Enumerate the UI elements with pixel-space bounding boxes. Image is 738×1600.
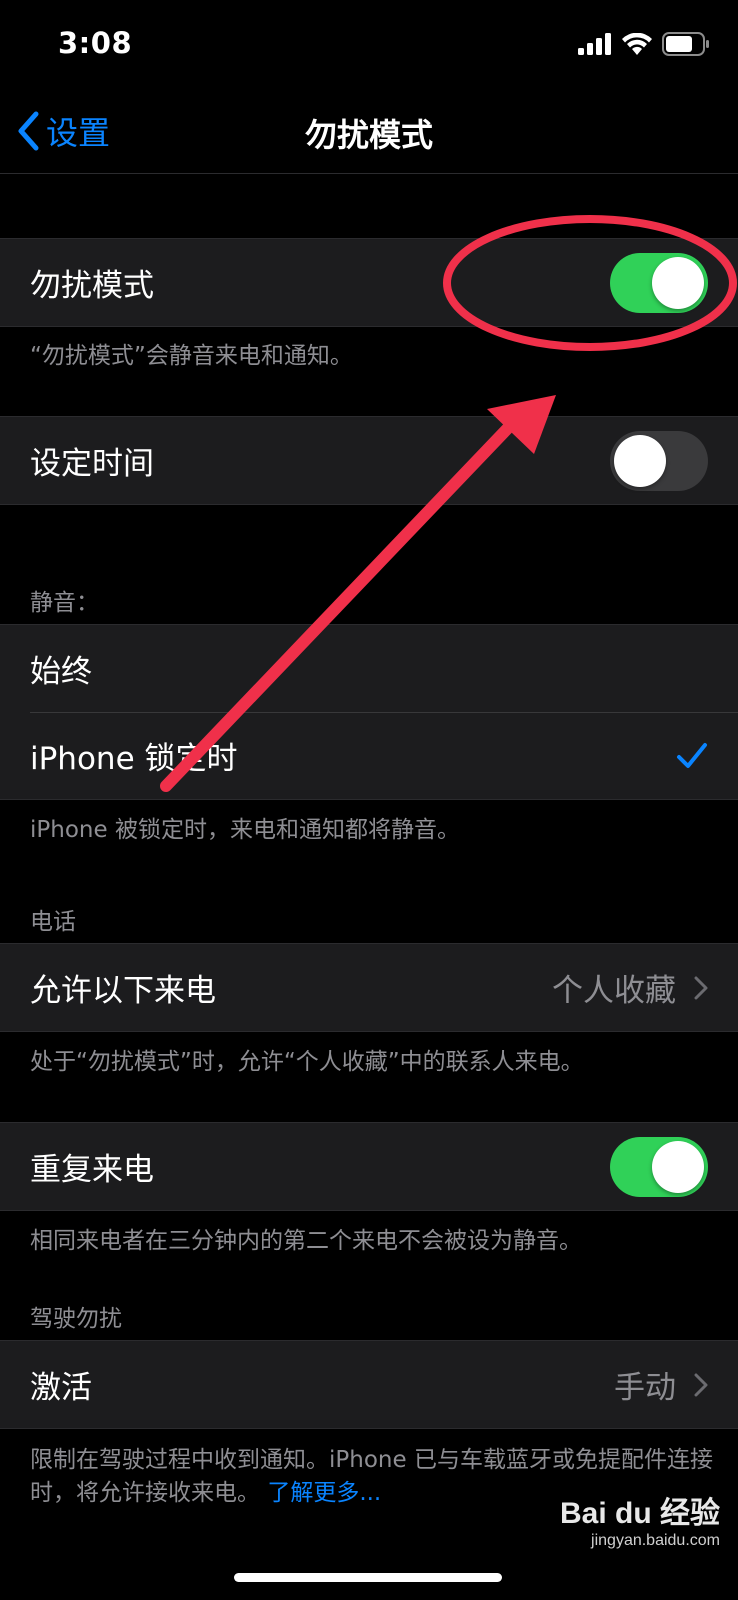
watermark-url: jingyan.baidu.com [591, 1532, 720, 1549]
repeated-calls-toggle[interactable] [610, 1136, 708, 1197]
silence-group: 始终 iPhone 锁定时 [0, 624, 738, 800]
home-indicator [234, 1573, 502, 1582]
activate-row[interactable]: 激活 手动 [0, 1341, 738, 1428]
scheduled-row: 设定时间 [0, 417, 738, 504]
chevron-right-icon [694, 976, 708, 999]
phone-footer: 处于“勿扰模式”时，允许“个人收藏”中的联系人来电。 [30, 1049, 584, 1075]
toggle-knob [652, 1140, 704, 1193]
page-title: 勿扰模式 [304, 116, 433, 154]
status-bar: 3:08 [0, 0, 738, 90]
allow-calls-label: 允许以下来电 [30, 973, 216, 1009]
phone-group: 允许以下来电 个人收藏 [0, 943, 738, 1032]
silence-footer: iPhone 被锁定时，来电和通知都将静音。 [30, 817, 460, 843]
status-icons [578, 32, 710, 56]
status-time: 3:08 [58, 26, 133, 60]
scheduled-group: 设定时间 [0, 416, 738, 505]
cellular-signal-icon [578, 33, 611, 55]
chevron-right-icon [694, 1373, 708, 1396]
dnd-toggle[interactable] [610, 252, 708, 313]
driving-group: 激活 手动 [0, 1340, 738, 1429]
phone-header: 电话 [30, 909, 76, 935]
navigation-bar: 设置 勿扰模式 [0, 90, 738, 174]
dnd-group: 勿扰模式 [0, 238, 738, 327]
baidu-watermark: Bai du 经验 jingyan.baidu.com [560, 1488, 720, 1550]
wifi-icon [622, 33, 652, 55]
driving-header: 驾驶勿扰 [30, 1306, 122, 1332]
dnd-row: 勿扰模式 [0, 239, 738, 326]
allow-calls-row[interactable]: 允许以下来电 个人收藏 [0, 944, 738, 1031]
silence-option-locked[interactable]: iPhone 锁定时 [0, 712, 738, 799]
toggle-knob [614, 434, 666, 487]
silence-option-label: 始终 [30, 654, 92, 690]
repeated-calls-group: 重复来电 [0, 1122, 738, 1211]
silence-header: 静音： [30, 590, 99, 616]
repeated-calls-label: 重复来电 [30, 1152, 154, 1188]
repeated-calls-row: 重复来电 [0, 1123, 738, 1210]
activate-label: 激活 [30, 1370, 92, 1406]
dnd-footer: “勿扰模式”会静音来电和通知。 [30, 343, 353, 369]
learn-more-link[interactable]: 了解更多... [267, 1480, 381, 1506]
scheduled-label: 设定时间 [30, 446, 154, 482]
dnd-label: 勿扰模式 [30, 268, 154, 304]
allow-calls-value: 个人收藏 [552, 973, 676, 1009]
silence-option-label: iPhone 锁定时 [30, 741, 238, 777]
toggle-knob [652, 256, 704, 309]
battery-icon [662, 32, 709, 56]
scheduled-toggle[interactable] [610, 430, 708, 491]
checkmark-icon [677, 742, 707, 768]
watermark-brand: Bai du 经验 [559, 1497, 720, 1530]
silence-option-always[interactable]: 始终 [0, 625, 738, 712]
activate-value: 手动 [614, 1370, 676, 1406]
repeated-calls-footer: 相同来电者在三分钟内的第二个来电不会被设为静音。 [30, 1228, 582, 1254]
